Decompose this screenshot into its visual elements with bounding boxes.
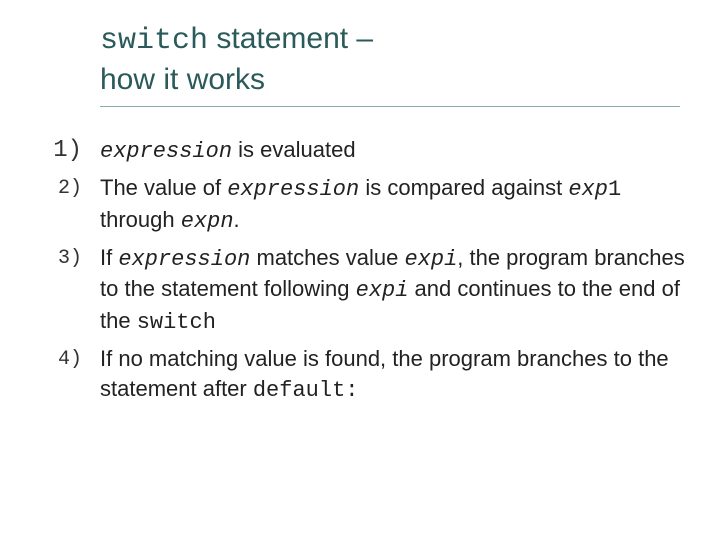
list-item: If no matching value is found, the progr… (100, 344, 690, 405)
text-run: matches value (250, 245, 404, 270)
text-run: expression (227, 177, 359, 202)
text-run: is evaluated (232, 137, 356, 162)
text-run: The value of (100, 175, 227, 200)
list-item: The value of expression is compared agai… (100, 173, 690, 236)
list-number: 3) (30, 243, 100, 338)
list-item: expression is evaluated (100, 135, 690, 167)
title-block: switch statement – how it works (100, 20, 690, 98)
slide: switch statement – how it works 1)expres… (0, 0, 720, 425)
list-number: 4) (30, 344, 100, 405)
list-number: 1) (30, 135, 100, 167)
slide-title: switch statement – how it works (100, 20, 690, 98)
text-run: exp (356, 278, 396, 303)
title-underline (100, 106, 680, 107)
title-line2: how it works (100, 63, 265, 96)
text-run: is compared against (359, 175, 568, 200)
list-number: 2) (30, 173, 100, 236)
text-run: default: (253, 378, 359, 403)
text-run: switch (137, 310, 216, 335)
text-run: through (100, 207, 181, 232)
title-rest1: statement – (208, 22, 373, 55)
title-code: switch (100, 24, 208, 58)
text-run: expression (118, 247, 250, 272)
list-item: If expression matches value expi, the pr… (100, 243, 690, 338)
text-run: If no matching value is found, the progr… (100, 346, 669, 401)
text-run: exp (181, 209, 221, 234)
text-run: 1 (608, 177, 621, 202)
text-run: exp (568, 177, 608, 202)
text-run: . (234, 207, 240, 232)
text-run: If (100, 245, 118, 270)
text-run: expression (100, 139, 232, 164)
text-run: i (395, 278, 408, 303)
text-run: exp (404, 247, 444, 272)
text-run: i (444, 247, 457, 272)
text-run: n (220, 209, 233, 234)
ordered-list: 1)expression is evaluated2)The value of … (30, 135, 690, 405)
